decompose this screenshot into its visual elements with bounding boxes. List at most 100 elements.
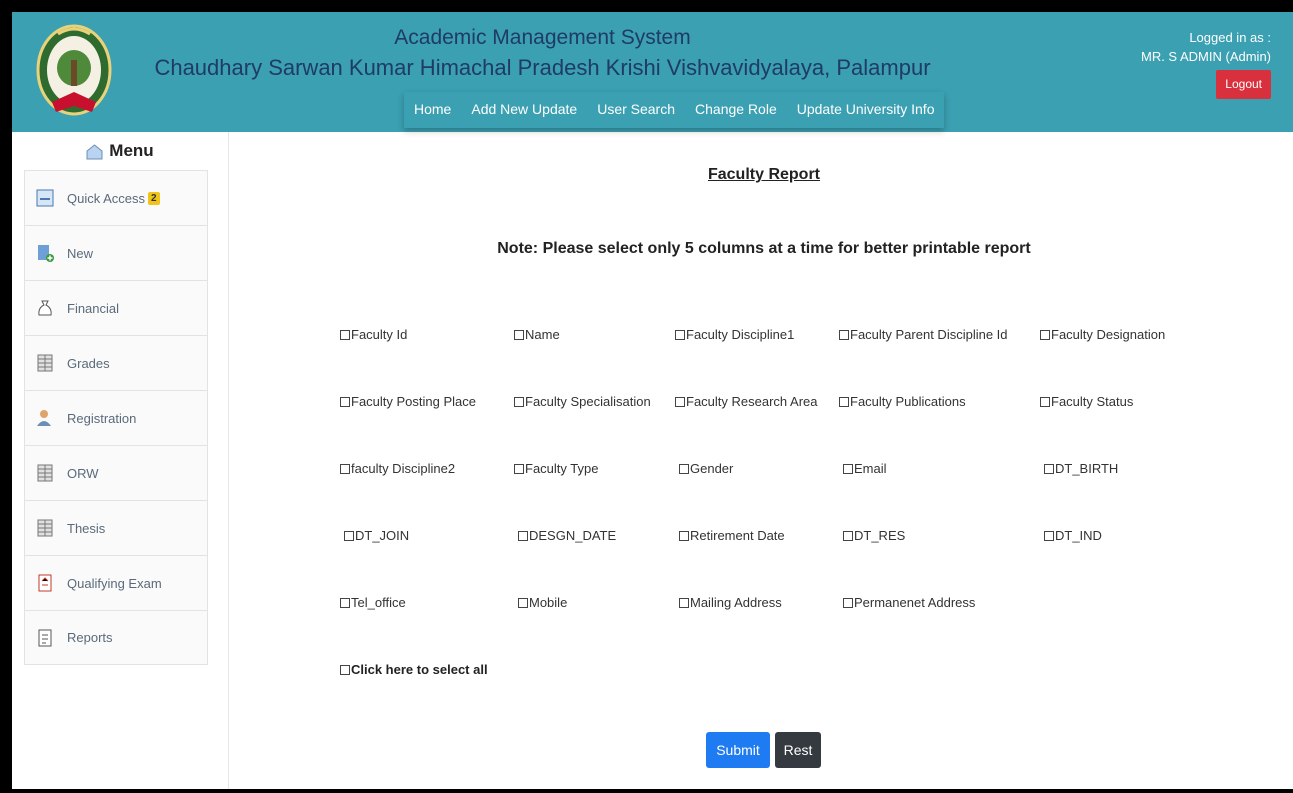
sidebar-item-quick-access[interactable]: Quick Access 2: [24, 170, 208, 225]
checkbox-box[interactable]: [1044, 463, 1054, 474]
checkbox-box[interactable]: [340, 664, 350, 675]
sidebar-item-label: Quick Access: [67, 190, 146, 206]
checkbox-box[interactable]: [679, 463, 689, 474]
logged-in-user: MR. S ADMIN (Admin): [1140, 49, 1271, 64]
menu-title: Menu: [109, 141, 154, 160]
menu-header: Menu: [12, 132, 228, 170]
sidebar-item-new[interactable]: New: [24, 225, 208, 280]
checkbox-box[interactable]: [514, 329, 524, 340]
sidebar-item-label: Grades: [67, 355, 110, 371]
logout-button[interactable]: Logout: [1216, 70, 1271, 99]
nav-change-role[interactable]: Change Role: [685, 92, 787, 128]
checkbox-dt-ind[interactable]: DT_IND: [1044, 528, 1102, 543]
grid-sheet-icon: [35, 353, 55, 373]
checkbox-faculty-id[interactable]: Faculty Id: [340, 327, 407, 342]
checkbox-permanent-address[interactable]: Permanenet Address: [843, 595, 975, 610]
checkbox-name[interactable]: Name: [514, 327, 560, 342]
checkbox-box[interactable]: [514, 463, 524, 474]
sidebar-item-registration[interactable]: Registration: [24, 390, 208, 445]
checkbox-mailing-address[interactable]: Mailing Address: [679, 595, 782, 610]
checkbox-faculty-status[interactable]: Faculty Status: [1040, 394, 1133, 409]
nav-home[interactable]: Home: [404, 92, 461, 128]
sidebar-item-thesis[interactable]: Thesis: [24, 500, 208, 555]
top-nav: Home Add New Update User Search Change R…: [404, 92, 945, 128]
checkbox-box[interactable]: [843, 463, 853, 474]
checkbox-box[interactable]: [679, 530, 689, 541]
checkbox-dt-join[interactable]: DT_JOIN: [344, 528, 409, 543]
checkbox-retirement-date[interactable]: Retirement Date: [679, 528, 785, 543]
sidebar-item-label: Reports: [67, 630, 113, 645]
page-title: Faculty Report: [707, 166, 820, 183]
checkbox-box[interactable]: [518, 597, 528, 608]
checkbox-box[interactable]: [843, 597, 853, 608]
checkbox-box[interactable]: [514, 396, 524, 407]
checkbox-box[interactable]: [340, 463, 350, 474]
window-frame-bottom: [0, 789, 1293, 793]
logged-in-label: Logged in as :: [1189, 30, 1271, 45]
sidebar: Menu Quick Access 2 New Financial Grades…: [12, 132, 229, 789]
checkbox-box[interactable]: [340, 597, 350, 608]
checkbox-dt-birth[interactable]: DT_BIRTH: [1044, 461, 1118, 476]
checkbox-box[interactable]: [518, 530, 528, 541]
checkbox-box[interactable]: [675, 329, 685, 340]
quick-access-badge: 2: [148, 191, 160, 205]
checkbox-box[interactable]: [344, 530, 354, 541]
checkbox-box[interactable]: [843, 530, 853, 541]
grid-sheet-icon: [35, 463, 55, 483]
grid-sheet-icon: [35, 518, 55, 538]
nav-add-new-update[interactable]: Add New Update: [461, 92, 587, 128]
window-frame-left: [0, 0, 12, 793]
report-note: Note: Please select only 5 columns at a …: [497, 240, 1031, 257]
sidebar-item-label: Registration: [67, 410, 137, 426]
checkbox-faculty-specialisation[interactable]: Faculty Specialisation: [514, 394, 651, 409]
checkbox-faculty-publications[interactable]: Faculty Publications: [839, 394, 966, 409]
checkbox-select-all[interactable]: Click here to select all: [340, 662, 488, 677]
checkbox-faculty-research-area[interactable]: Faculty Research Area: [675, 394, 818, 409]
sidebar-item-label: Qualifying Exam: [67, 575, 162, 591]
checkbox-box[interactable]: [675, 396, 685, 407]
checkbox-faculty-discipline2[interactable]: faculty Discipline2: [340, 461, 455, 476]
checkbox-faculty-posting-place[interactable]: Faculty Posting Place: [340, 394, 476, 409]
checkbox-mobile[interactable]: Mobile: [518, 595, 567, 610]
sidebar-item-financial[interactable]: Financial: [24, 280, 208, 335]
sidebar-item-reports[interactable]: Reports: [24, 610, 208, 665]
nav-update-university-info[interactable]: Update University Info: [787, 92, 945, 128]
sidebar-item-orw[interactable]: ORW: [24, 445, 208, 500]
checkbox-box[interactable]: [340, 329, 350, 340]
user-icon: [35, 408, 55, 428]
sidebar-item-label: Thesis: [67, 520, 106, 536]
sidebar-item-label: ORW: [67, 465, 99, 481]
checkbox-faculty-parent-discipline-id[interactable]: Faculty Parent Discipline Id: [839, 327, 1008, 342]
checkbox-box[interactable]: [839, 396, 849, 407]
checkbox-tel-office[interactable]: Tel_office: [340, 595, 406, 610]
new-document-icon: [35, 243, 55, 263]
quick-access-icon: [35, 188, 55, 208]
header-bar: Academic Management System Chaudhary Sar…: [12, 12, 1293, 132]
sidebar-item-grades[interactable]: Grades: [24, 335, 208, 390]
checkbox-box[interactable]: [1044, 530, 1054, 541]
home-icon: [86, 143, 103, 160]
university-name: Chaudhary Sarwan Kumar Himachal Pradesh …: [154, 55, 931, 80]
reset-button[interactable]: Rest: [775, 732, 821, 768]
checkbox-faculty-discipline1[interactable]: Faculty Discipline1: [675, 327, 794, 342]
nav-user-search[interactable]: User Search: [587, 92, 685, 128]
checkbox-desgn-date[interactable]: DESGN_DATE: [518, 528, 616, 543]
submit-button[interactable]: Submit: [706, 732, 770, 768]
checkbox-box[interactable]: [839, 329, 849, 340]
checkbox-box[interactable]: [679, 597, 689, 608]
sidebar-item-qualifying-exam[interactable]: Qualifying Exam: [24, 555, 208, 610]
checkbox-gender[interactable]: Gender: [679, 461, 733, 476]
checkbox-box[interactable]: [340, 396, 350, 407]
checkbox-faculty-designation[interactable]: Faculty Designation: [1040, 327, 1165, 342]
checkbox-box[interactable]: [1040, 396, 1050, 407]
sidebar-menu: Quick Access 2 New Financial Grades Regi…: [24, 170, 208, 665]
sidebar-item-label: Financial: [67, 300, 120, 316]
checkbox-dt-res[interactable]: DT_RES: [843, 528, 905, 543]
window-frame-top: [0, 0, 1293, 12]
money-bag-icon: [35, 298, 55, 318]
checkbox-box[interactable]: [1040, 329, 1050, 340]
checkbox-email[interactable]: Email: [843, 461, 887, 476]
checkbox-faculty-type[interactable]: Faculty Type: [514, 461, 598, 476]
login-info: Logged in as : MR. S ADMIN (Admin) Logou…: [1141, 28, 1271, 99]
report-icon: [35, 628, 55, 648]
